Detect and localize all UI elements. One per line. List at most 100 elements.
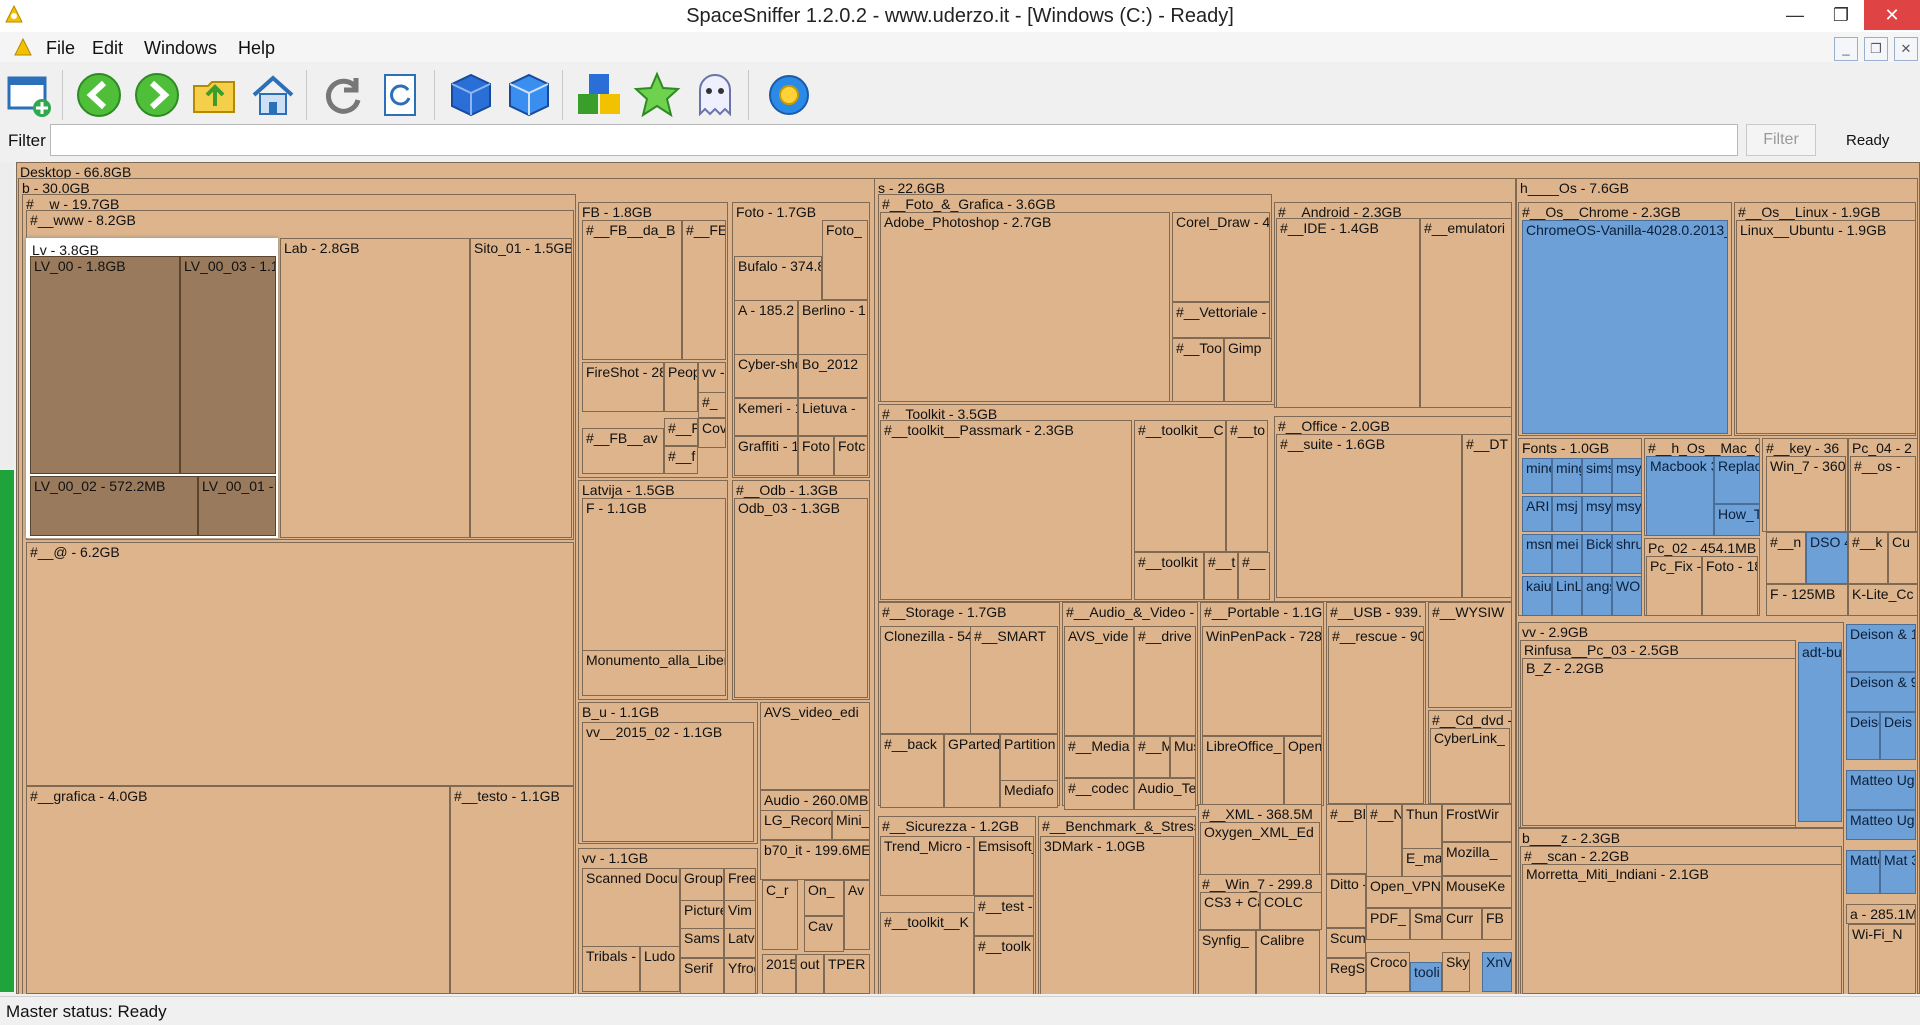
home-icon[interactable] [248,70,298,120]
treemap-block[interactable]: #__grafica - 4.0GB [26,786,450,994]
up-folder-icon[interactable] [190,70,240,120]
treemap-block[interactable]: Peop [664,362,698,412]
treemap-block[interactable]: CyberLink_ [1430,728,1510,804]
treemap-block[interactable]: Ditto - [1326,874,1366,928]
treemap-block[interactable]: vv__2015_02 - 1.1GB [582,722,754,842]
treemap-block[interactable]: LV_00 - 1.8GB [30,256,180,474]
mdi-restore-button[interactable]: ❐ [1864,37,1888,61]
treemap-block[interactable]: A - 185.2 [734,300,798,360]
app-menu-icon[interactable] [12,36,34,58]
treemap-block[interactable]: Sams [680,928,724,958]
forward-arrow-icon[interactable] [132,70,182,120]
treemap-block[interactable]: Trend_Micro - [880,836,974,896]
treemap-block[interactable]: COLC [1260,892,1322,930]
treemap-block[interactable]: XnV 4KB [1482,952,1512,992]
treemap-block[interactable]: #__toolkit__K [880,912,974,994]
treemap-block[interactable]: Odb_03 - 1.3GB [734,498,868,698]
refresh-file-icon[interactable] [376,70,426,120]
treemap-block[interactable]: #__@ - 6.2GB [26,542,574,786]
treemap-block[interactable]: Matteo Ug [1846,810,1916,840]
treemap-block[interactable]: #__emulatori [1420,218,1512,408]
treemap-block[interactable]: Foto [798,436,834,476]
treemap-block[interactable]: ARI 22.1 [1522,496,1552,532]
treemap-block[interactable]: Monumento_alla_Libert [582,650,726,696]
treemap-block[interactable]: sims 14.6 [1582,458,1612,494]
treemap-block[interactable]: LG_Record [760,810,832,840]
treemap-block[interactable]: Lietuva - [798,398,868,436]
treemap-block[interactable]: a - 285.1M [1846,904,1916,924]
treemap-block[interactable]: Yfrog [724,958,756,994]
treemap-block[interactable]: Emsisoft_ [974,836,1034,896]
treemap-block[interactable]: Serif [680,958,724,994]
treemap-block[interactable]: msm 9.5M [1522,534,1552,574]
treemap-block[interactable]: #__suite - 1.6GB [1276,434,1462,598]
maximize-button[interactable]: ❐ [1818,0,1864,30]
treemap-block[interactable]: kaiu 4.9M [1522,576,1552,616]
treemap-block[interactable]: Foto - 18 [1702,556,1758,616]
treemap-block[interactable]: #__ [1238,552,1270,600]
treemap-block[interactable]: TPER [824,954,870,994]
treemap-block[interactable]: F - 1.1GB [582,498,726,658]
mdi-minimize-button[interactable]: _ [1834,37,1858,61]
treemap-block[interactable]: #__toolk [974,936,1034,994]
treemap-block[interactable]: Calibre [1256,930,1320,994]
treemap-block[interactable]: ChromeOS-Vanilla-4028.0.2013_ 2.3GB [1522,220,1728,434]
treemap[interactable]: Desktop - 66.8GB b - 30.0GB #__w - 19.7GB #… [16,162,1920,994]
treemap-block[interactable]: Pc_Fix - [1646,556,1702,616]
settings-gear-icon[interactable] [764,70,814,120]
treemap-block[interactable]: out [796,954,824,994]
treemap-block[interactable]: #__drive [1134,626,1196,736]
treemap-block[interactable]: PDF_ [1366,908,1410,940]
treemap-block[interactable]: #__IDE - 1.4GB [1276,218,1420,408]
treemap-block[interactable]: MouseKe [1442,876,1512,908]
treemap-block[interactable]: msy [1612,496,1642,532]
treemap-block[interactable]: Latvia [724,928,756,958]
treemap-block[interactable]: Mozilla_ [1442,842,1512,876]
treemap-block[interactable]: Cov [698,418,726,448]
treemap-block[interactable]: ming 32.2 [1552,458,1582,494]
treemap-block[interactable]: Cu [1888,532,1918,584]
treemap-block[interactable]: Group [680,868,724,904]
treemap-block[interactable]: F - 125MB [1766,584,1848,616]
menu-help[interactable]: Help [238,38,275,59]
treemap-block[interactable]: #__FB__av [582,428,664,474]
treemap-block[interactable]: Scum [1326,928,1366,958]
treemap-block[interactable]: #__FB__da_B [582,220,682,360]
treemap-block[interactable]: Clonezilla - 54 [880,626,972,734]
treemap-block[interactable]: #__Vettoriale - [1172,302,1270,338]
back-arrow-icon[interactable] [74,70,124,120]
treemap-block[interactable]: AVS_vide [1064,626,1134,736]
treemap-block[interactable]: #_ [698,392,726,418]
treemap-block[interactable]: K-Lite_Cc [1848,584,1918,616]
star-icon[interactable] [632,70,682,120]
treemap-block[interactable]: #__codec [1064,778,1134,810]
treemap-block[interactable]: LV_00_03 - 1.1 [180,256,276,474]
treemap-block[interactable]: Av [844,880,870,950]
treemap-block[interactable]: #__DT [1462,434,1512,598]
treemap-block[interactable]: Sito_01 - 1.5GB [470,238,572,538]
treemap-block[interactable]: #__Media [1064,736,1134,778]
treemap-block[interactable]: mine 32.2 [1522,458,1552,494]
ghost-icon[interactable] [690,70,740,120]
treemap-block[interactable]: Bick 592 [1582,534,1612,574]
treemap-block[interactable]: Tribals - [582,946,640,992]
treemap-block[interactable]: Cav [804,916,844,952]
treemap-block[interactable]: Corel_Draw - 4 [1172,212,1270,302]
treemap-block[interactable]: DSO 4.6M [1806,532,1848,584]
treemap-block[interactable]: Gimp [1224,338,1272,402]
treemap-block[interactable]: CS3 + Ca [1200,892,1260,930]
treemap-block[interactable]: shru 272 [1612,534,1642,574]
treemap-block[interactable]: #__SMART [970,626,1058,734]
treemap-block[interactable]: Open_VPN [1366,876,1442,908]
treemap-block[interactable]: 3DMark - 1.0GB [1040,836,1194,994]
treemap-block[interactable]: #__f [664,446,698,474]
treemap-block[interactable]: On_ [804,880,844,916]
filter-input[interactable] [50,124,1738,156]
treemap-block[interactable]: #__n [1766,532,1806,584]
treemap-block[interactable]: Replac 145.7M [1714,456,1760,504]
menu-windows[interactable]: Windows [144,38,217,59]
treemap-block[interactable]: msy 14.0 [1612,458,1642,494]
treemap-block[interactable]: Morretta_Miti_Indiani - 2.1GB [1522,864,1842,994]
treemap-block[interactable]: #__M [1134,736,1170,778]
treemap-block[interactable]: Fotc [834,436,868,476]
